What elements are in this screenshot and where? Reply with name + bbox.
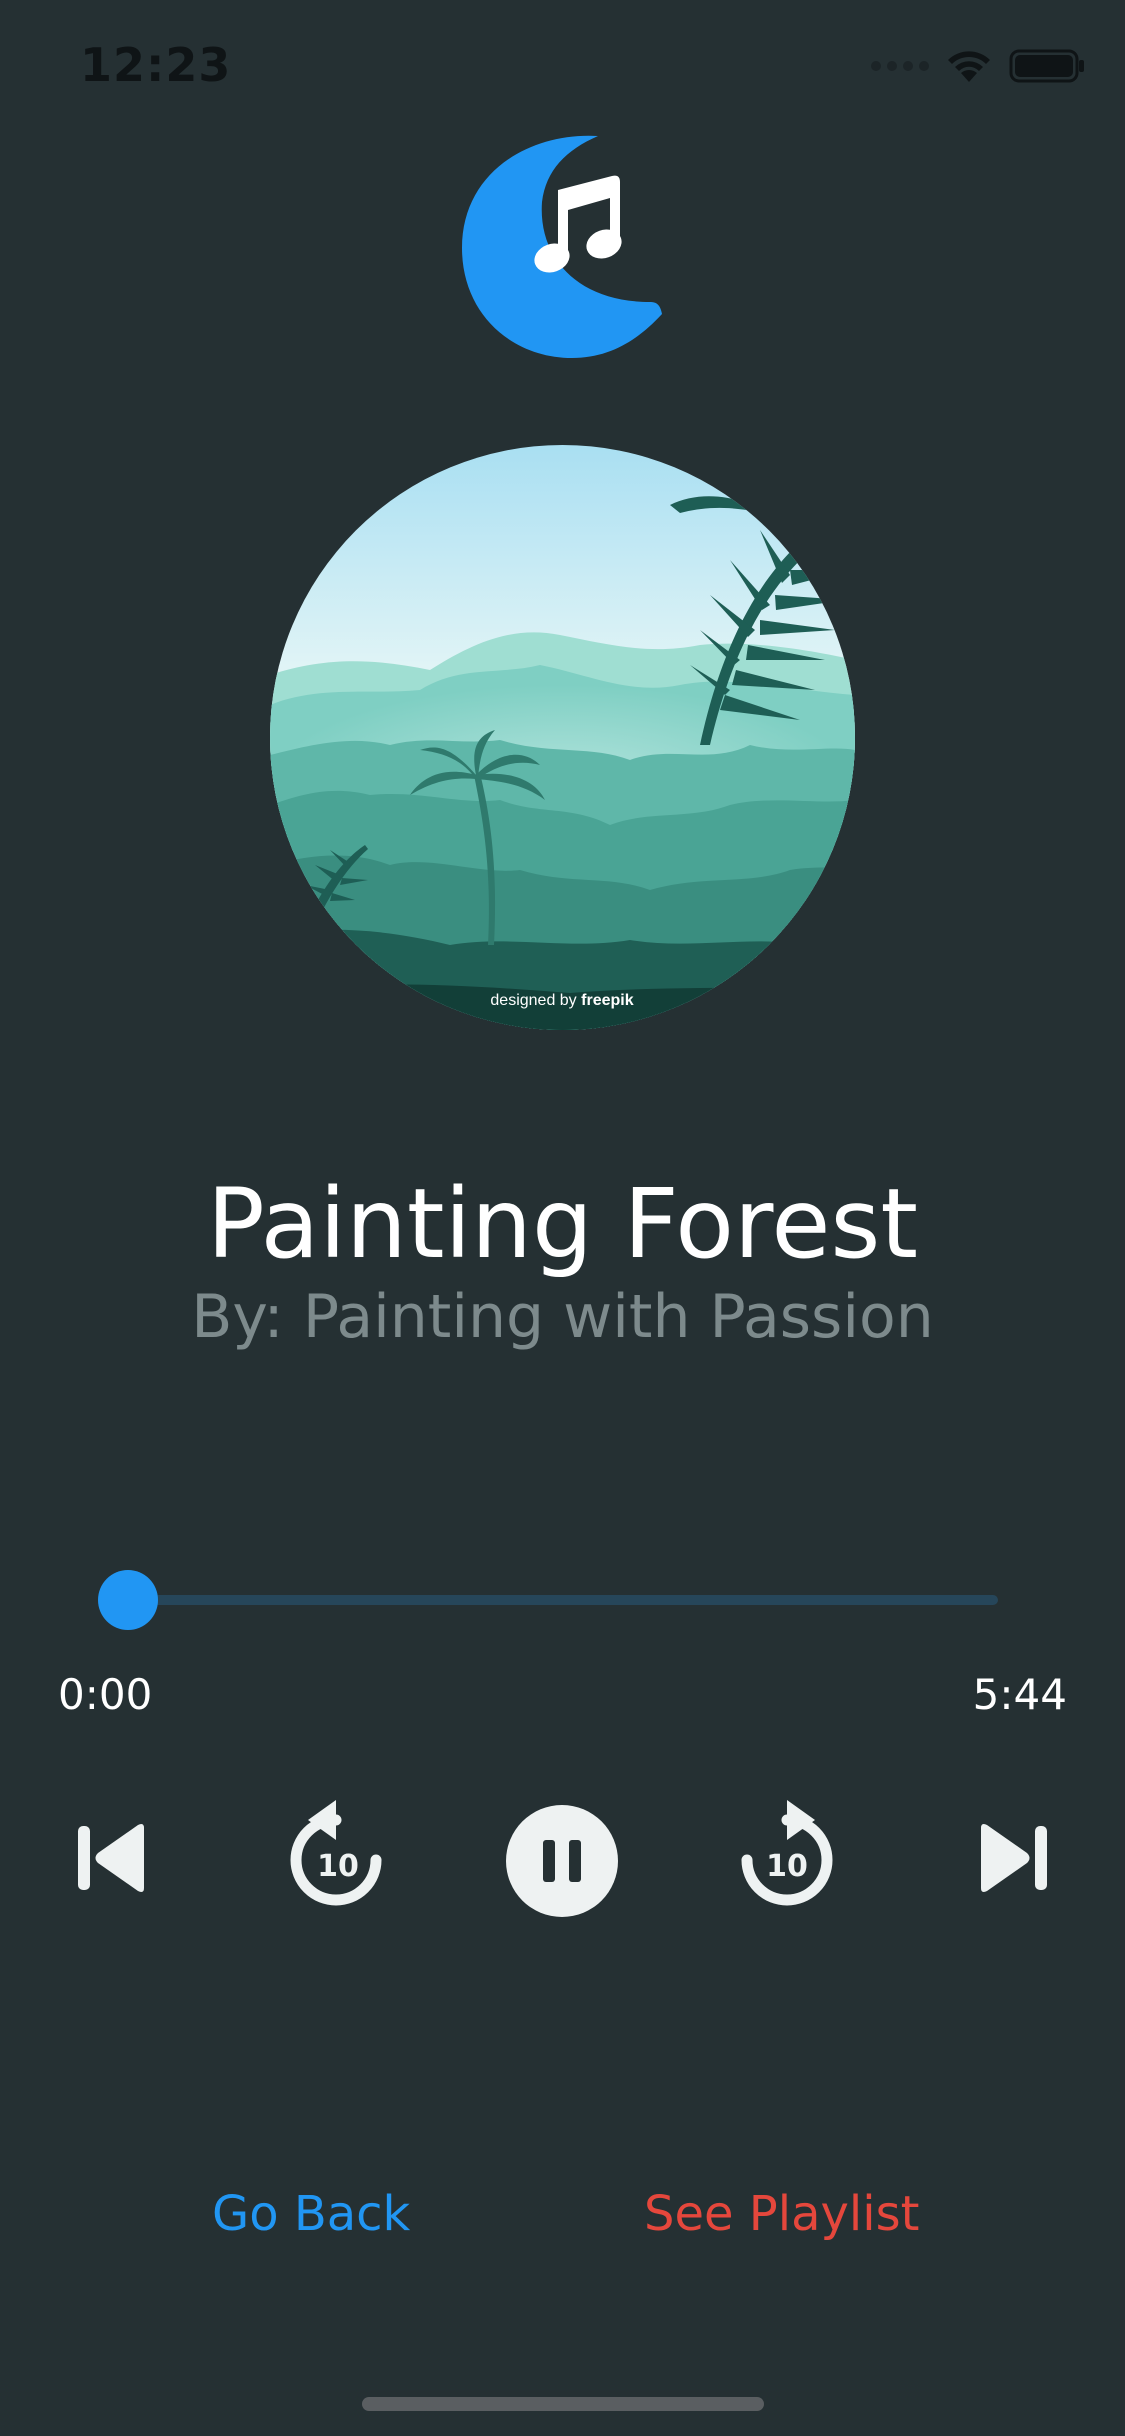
track-artist: By: Painting with Passion: [191, 1282, 934, 1352]
svg-text:10: 10: [766, 1849, 808, 1884]
track-title: Painting Forest: [206, 1168, 919, 1280]
progress-thumb[interactable]: [98, 1570, 158, 1630]
playback-controls: 10 10: [0, 1790, 1125, 1930]
album-art: designed by freepik: [270, 445, 855, 1030]
status-time: 12:23: [80, 38, 232, 92]
battery-icon: [1009, 49, 1084, 83]
status-bar: 12:23: [0, 0, 1125, 140]
total-duration: 5:44: [972, 1670, 1067, 1719]
forest-landscape-image: designed by freepik: [270, 445, 855, 1030]
progress-track[interactable]: [128, 1595, 998, 1605]
pause-button[interactable]: [505, 1804, 619, 1918]
forward-10-icon[interactable]: 10: [737, 1796, 837, 1912]
svg-text:10: 10: [317, 1849, 359, 1884]
go-back-button[interactable]: Go Back: [212, 2186, 410, 2242]
home-indicator[interactable]: [362, 2397, 764, 2411]
replay-10-icon[interactable]: 10: [286, 1796, 386, 1912]
skip-next-icon[interactable]: [973, 1818, 1053, 1898]
wifi-icon: [948, 51, 990, 82]
pause-icon: [543, 1840, 555, 1882]
moon-music-note-icon: [462, 135, 662, 358]
signal-dots-icon: [871, 61, 929, 71]
art-credit: designed by freepik: [490, 992, 633, 1009]
skip-previous-icon[interactable]: [72, 1818, 152, 1898]
see-playlist-button[interactable]: See Playlist: [644, 2186, 919, 2242]
status-icons: [871, 48, 1085, 84]
elapsed-time: 0:00: [58, 1670, 153, 1719]
